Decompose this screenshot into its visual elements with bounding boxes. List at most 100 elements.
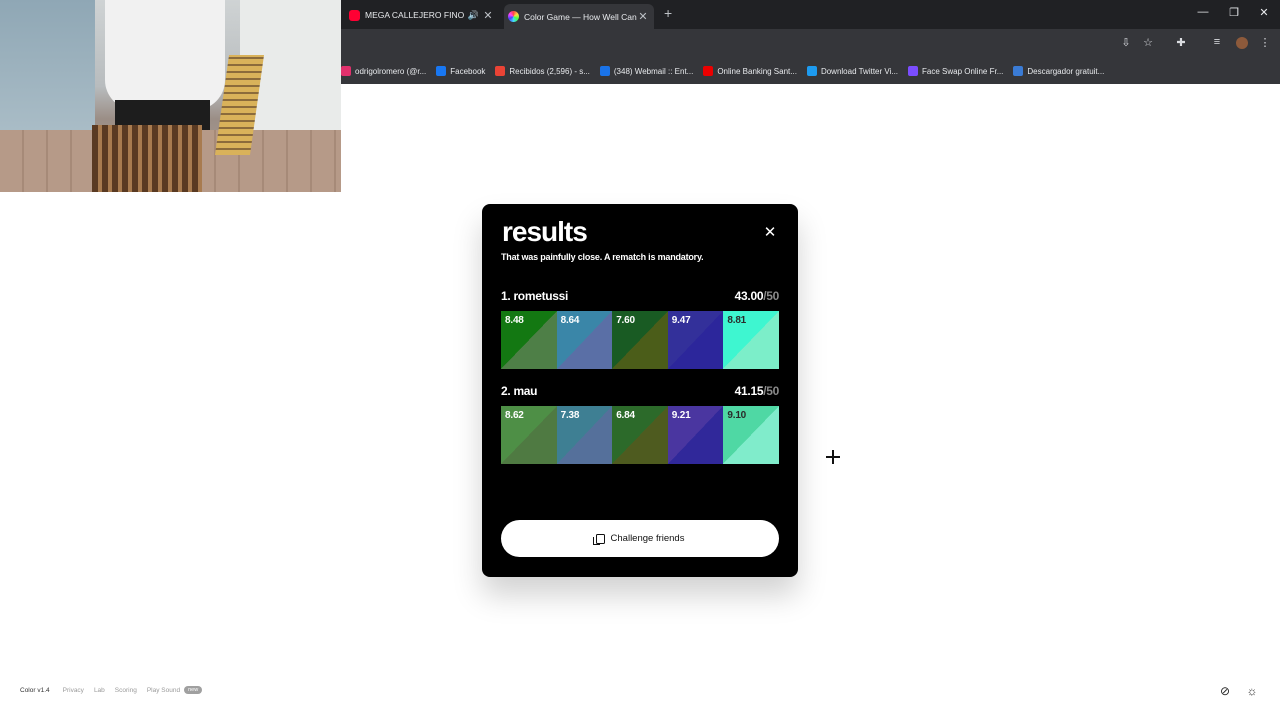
swatch-score: 6.84 [616,410,635,421]
close-icon[interactable]: ✕ [763,223,777,241]
profile-avatar[interactable] [1236,37,1248,49]
color-swatch: 9.47 [667,311,724,369]
minimize-icon[interactable]: — [1193,6,1213,18]
youtube-icon [349,9,360,21]
swatch-score: 9.21 [671,410,691,421]
footer: Color v1.4 Privacy Lab Scoring Play Soun… [20,686,203,694]
color-swatch: 6.84 [612,406,668,464]
close-tab-icon[interactable]: ✕ [483,9,493,22]
bookmark-label: Recibidos (2,596) - s... [509,66,590,76]
restore-icon[interactable]: ❐ [1224,6,1244,19]
color-swatch: 8.62 [501,406,557,464]
bookmark-star-icon[interactable]: ☆ [1140,36,1156,49]
bookmark-label: odrigolromero (@r... [355,66,427,76]
bookmark-label: (348) Webmail :: Ent... [613,66,694,76]
swatch-score: 8.64 [560,315,580,326]
footer-link-scoring[interactable]: Scoring [115,687,137,694]
color-swatch: 7.38 [556,406,613,464]
copy-icon [592,533,605,545]
bookmark-favicon-icon [908,66,919,76]
crosshair-cursor-icon [826,450,840,464]
speaker-icon[interactable]: 🔊 [468,10,479,21]
results-modal: results ✕ That was painfully close. A re… [482,204,798,577]
color-swatch: 8.48 [501,311,557,369]
footer-link-lab[interactable]: Lab [94,687,105,694]
player-header: 1. rometussi 43.00/50 [501,287,779,307]
swatch-row: 8.48 8.64 7.60 9.47 8.81 [501,311,779,369]
score-max: /50 [763,384,779,398]
player-name: 2. mau [501,384,538,398]
tab-youtube[interactable]: MEGA CALLEJERO FINO R( 🔊 ✕ [349,4,499,26]
color-swatch: 9.10 [723,406,779,464]
bookmark-favicon-icon [436,66,447,76]
bookmark-favicon-icon [495,66,506,76]
swatch-score: 9.10 [727,410,747,421]
theme-toggle-icon[interactable]: ☼ [1245,684,1259,698]
close-tab-icon[interactable]: ✕ [638,10,648,23]
color-swatch: 7.60 [612,311,668,369]
footer-brand: Color v1.4 [20,686,50,694]
webcam-overlay [0,0,341,192]
challenge-label: Challenge friends [610,533,685,544]
media-controls-icon[interactable]: ≡ [1209,36,1225,48]
player-result: 2. mau 41.15/50 8.62 7.38 6.84 9.21 9.10 [501,382,779,464]
footer-link-privacy[interactable]: Privacy [63,687,84,694]
tab-strip: MEGA CALLEJERO FINO R( 🔊 ✕ Color Game — … [341,0,1280,29]
bookmark-item[interactable]: Recibidos (2,596) - s... [495,66,590,76]
player-score: 43.00/50 [734,289,780,303]
bookmark-label: Facebook [450,66,486,76]
bookmark-favicon-icon [703,66,714,76]
close-window-icon[interactable]: ✕ [1254,6,1274,19]
swatch-score: 8.48 [505,315,524,326]
webcam-person [105,0,225,110]
player-header: 2. mau 41.15/50 [501,382,779,402]
swatch-score: 8.81 [727,315,747,326]
new-tab-icon[interactable]: + [664,5,672,21]
extensions-icon[interactable]: ✚ [1173,36,1189,49]
sound-off-icon[interactable]: ⊘ [1218,684,1232,698]
bookmarks-bar: odrigolromero (@r... Facebook Recibidos … [341,58,1280,84]
player-name: 1. rometussi [501,289,569,303]
swatch-score: 9.47 [671,315,691,326]
bookmark-favicon-icon [1013,66,1024,76]
bookmark-favicon-icon [599,66,610,76]
score-value: 43.00 [734,289,764,303]
bookmark-label: Face Swap Online Fr... [922,66,1004,76]
webcam-cajon [92,125,202,192]
player-score: 41.15/50 [734,384,780,398]
color-game-icon [508,11,519,22]
bookmark-item[interactable]: Face Swap Online Fr... [908,66,1003,76]
install-app-icon[interactable]: ⇩ [1118,36,1134,49]
bookmark-label: Descargador gratuit... [1027,66,1105,76]
bookmark-label: Online Banking Sant... [717,66,797,76]
bookmark-label: Download Twitter Vi... [820,66,899,76]
swatch-score: 7.38 [560,410,580,421]
webcam-window [0,0,95,130]
tab-title: Color Game — How Well Can Y [524,11,638,22]
bookmark-favicon-icon [341,66,351,76]
bookmark-item[interactable]: odrigolromero (@r... [341,66,426,76]
player-result: 1. rometussi 43.00/50 8.48 8.64 7.60 9.47 8.… [501,287,779,369]
score-value: 41.15 [734,384,764,398]
color-swatch: 8.64 [556,311,613,369]
bookmark-item[interactable]: Descargador gratuit... [1013,66,1104,76]
score-max: /50 [763,289,779,303]
bookmark-item[interactable]: Online Banking Sant... [703,66,797,76]
browser-toolbar: ⇩ ☆ ✚ ≡ ⋮ [341,29,1280,58]
modal-title: results [502,216,588,247]
swatch-row: 8.62 7.38 6.84 9.21 9.10 [501,406,779,464]
swatch-score: 8.62 [505,410,524,421]
color-swatch: 9.21 [667,406,724,464]
swatch-score: 7.60 [616,315,635,326]
menu-icon[interactable]: ⋮ [1257,36,1273,49]
bookmark-item[interactable]: Facebook [436,66,485,76]
tab-color-game[interactable]: Color Game — How Well Can Y ✕ [504,4,654,29]
challenge-friends-button[interactable]: Challenge friends [501,520,779,557]
bookmark-item[interactable]: (348) Webmail :: Ent... [599,66,694,76]
tab-title: MEGA CALLEJERO FINO R( [365,10,464,20]
bookmark-item[interactable]: Download Twitter Vi... [806,66,899,76]
color-swatch: 8.81 [723,311,779,369]
footer-link-play-sound[interactable]: Play Sound [147,687,180,694]
modal-subtitle: That was painfully close. A rematch is m… [501,252,704,262]
bookmark-favicon-icon [806,66,817,76]
